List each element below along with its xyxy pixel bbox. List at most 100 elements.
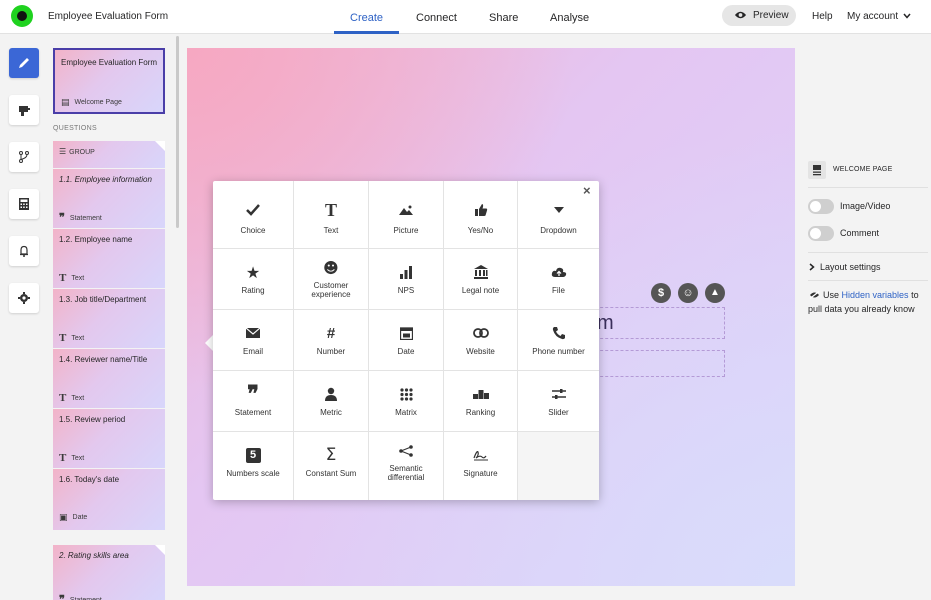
- envelope-icon: [213, 324, 293, 342]
- person-icon: [294, 385, 368, 403]
- question-title: 1.1. Employee information: [59, 175, 152, 184]
- bell-icon: [20, 245, 28, 257]
- hidden-variables-hint: Use Hidden variables to: [823, 290, 919, 300]
- qtype-website[interactable]: Website: [444, 310, 518, 371]
- tab-share[interactable]: Share: [489, 12, 518, 24]
- qtype-nps[interactable]: NPS: [369, 249, 444, 310]
- rail-logic-button[interactable]: [9, 142, 39, 172]
- eye-icon: [734, 11, 747, 19]
- group-label: ☰ GROUP: [59, 147, 95, 156]
- question-title: 1.6. Today's date: [59, 475, 120, 484]
- bar-chart-icon: [369, 263, 443, 281]
- rail-design-button[interactable]: [9, 95, 39, 125]
- welcome-card-title: Employee Evaluation Form: [61, 58, 158, 67]
- image-video-toggle[interactable]: [808, 199, 834, 214]
- pencil-icon: [19, 58, 29, 68]
- question-title: 1.2. Employee name: [59, 235, 133, 244]
- qtype-slider[interactable]: Slider: [518, 371, 599, 432]
- question-title: 1.3. Job title/Department: [59, 295, 147, 304]
- qtype-signature[interactable]: Signature: [444, 432, 518, 500]
- help-link[interactable]: Help: [812, 11, 833, 22]
- question-card-2[interactable]: 2. Rating skills area ❞Statement: [53, 545, 165, 600]
- rail-build-button[interactable]: [9, 48, 39, 78]
- divider: [808, 187, 928, 188]
- rail-settings-button[interactable]: [9, 283, 39, 313]
- checkmark-icon: [213, 201, 293, 219]
- sigma-icon: Σ: [325, 445, 337, 465]
- question-card-1-3[interactable]: 1.3. Job title/Department T Text: [53, 289, 165, 348]
- qtype-semantic-differential[interactable]: Semantic differential: [369, 432, 444, 500]
- qtype-email[interactable]: Email: [213, 310, 294, 371]
- comment-toggle[interactable]: [808, 226, 834, 241]
- podium-icon: [444, 385, 517, 403]
- quote-icon: ❞: [59, 212, 65, 224]
- qtype-yes-no[interactable]: Yes/No: [444, 181, 518, 249]
- question-type: T Text: [59, 332, 85, 344]
- question-card-1-6[interactable]: 1.6. Today's date ▣ Date: [53, 469, 165, 530]
- welcome-card-type: ▤ Welcome Page: [61, 98, 122, 108]
- tab-create[interactable]: Create: [350, 12, 383, 24]
- welcome-page-card[interactable]: Employee Evaluation Form ▤ Welcome Page: [53, 48, 165, 114]
- qtype-legal-note[interactable]: Legal note: [444, 249, 518, 310]
- number-five-icon: 5: [213, 446, 293, 464]
- question-card-1-5[interactable]: 1.5. Review period T Text: [53, 409, 165, 468]
- image-icon[interactable]: ▲: [705, 283, 725, 303]
- cloud-upload-icon: [518, 263, 599, 281]
- qtype-matrix[interactable]: Matrix: [369, 371, 444, 432]
- question-card-1-1[interactable]: 1.1. Employee information ❞ Statement: [53, 169, 165, 228]
- question-title: 2. Rating skills area: [59, 551, 129, 560]
- top-bar: Employee Evaluation Form Create Connect …: [0, 0, 931, 34]
- active-tab-indicator: [334, 31, 399, 34]
- tab-connect[interactable]: Connect: [416, 12, 457, 24]
- form-title[interactable]: Employee Evaluation Form: [48, 11, 168, 22]
- card-fold: [155, 141, 165, 151]
- rail-calculator-button[interactable]: [9, 189, 39, 219]
- layout-settings-toggle[interactable]: Layout settings: [820, 262, 881, 272]
- text-type-icon: T: [59, 272, 67, 284]
- comment-label: Comment: [840, 228, 880, 238]
- qtype-number[interactable]: # Number: [294, 310, 369, 371]
- qtype-date[interactable]: Date: [369, 310, 444, 371]
- calendar-icon: ▣: [59, 513, 68, 523]
- hidden-variables-link[interactable]: Hidden variables: [842, 290, 909, 300]
- question-card-1-2[interactable]: 1.2. Employee name T Text: [53, 229, 165, 288]
- question-type: T Text: [59, 392, 85, 404]
- qtype-choice[interactable]: Choice: [213, 181, 294, 249]
- app-logo[interactable]: [11, 5, 33, 27]
- qtype-file[interactable]: File: [518, 249, 599, 310]
- group-header[interactable]: ☰ GROUP: [53, 141, 165, 168]
- rail-notifications-button[interactable]: [9, 236, 39, 266]
- close-icon[interactable]: ×: [583, 183, 591, 198]
- calculator-icon: [19, 198, 29, 210]
- qtype-constant-sum[interactable]: Σ Constant Sum: [294, 432, 369, 500]
- question-type: ❞Statement: [59, 212, 102, 224]
- tab-analyse[interactable]: Analyse: [550, 12, 589, 24]
- text-type-icon: T: [59, 332, 67, 344]
- question-type: ❞Statement: [59, 593, 102, 600]
- qtype-statement[interactable]: ❞ Statement: [213, 371, 294, 432]
- dollar-icon[interactable]: $: [651, 283, 671, 303]
- qtype-metric[interactable]: Metric: [294, 371, 369, 432]
- question-type: ▣ Date: [59, 513, 88, 523]
- qtype-text[interactable]: T Text: [294, 181, 369, 249]
- link-icon: [444, 324, 517, 342]
- qtype-numbers-scale[interactable]: 5 Numbers scale: [213, 432, 294, 500]
- qtype-rating[interactable]: ★ Rating: [213, 249, 294, 310]
- qtype-picture[interactable]: Picture: [369, 181, 444, 249]
- smiley-icon[interactable]: ☺: [678, 283, 698, 303]
- calendar-icon: [369, 324, 443, 342]
- account-menu[interactable]: My account: [847, 11, 911, 22]
- divider: [808, 252, 928, 253]
- sidebar-scrollbar[interactable]: [176, 36, 179, 228]
- qtype-customer-experience[interactable]: ☻ Customer experience: [294, 249, 369, 310]
- caret-down-icon: [518, 201, 599, 219]
- question-card-1-4[interactable]: 1.4. Reviewer name/Title T Text: [53, 349, 165, 408]
- questions-section-label: QUESTIONS: [53, 125, 97, 132]
- qtype-phone-number[interactable]: Phone number: [518, 310, 599, 371]
- qtype-ranking[interactable]: Ranking: [444, 371, 518, 432]
- preview-button[interactable]: Preview: [722, 5, 796, 26]
- description-field-outline[interactable]: [590, 350, 725, 377]
- smiley-icon: ☻: [323, 259, 339, 277]
- hash-icon: #: [326, 324, 336, 342]
- preview-label: Preview: [753, 10, 789, 21]
